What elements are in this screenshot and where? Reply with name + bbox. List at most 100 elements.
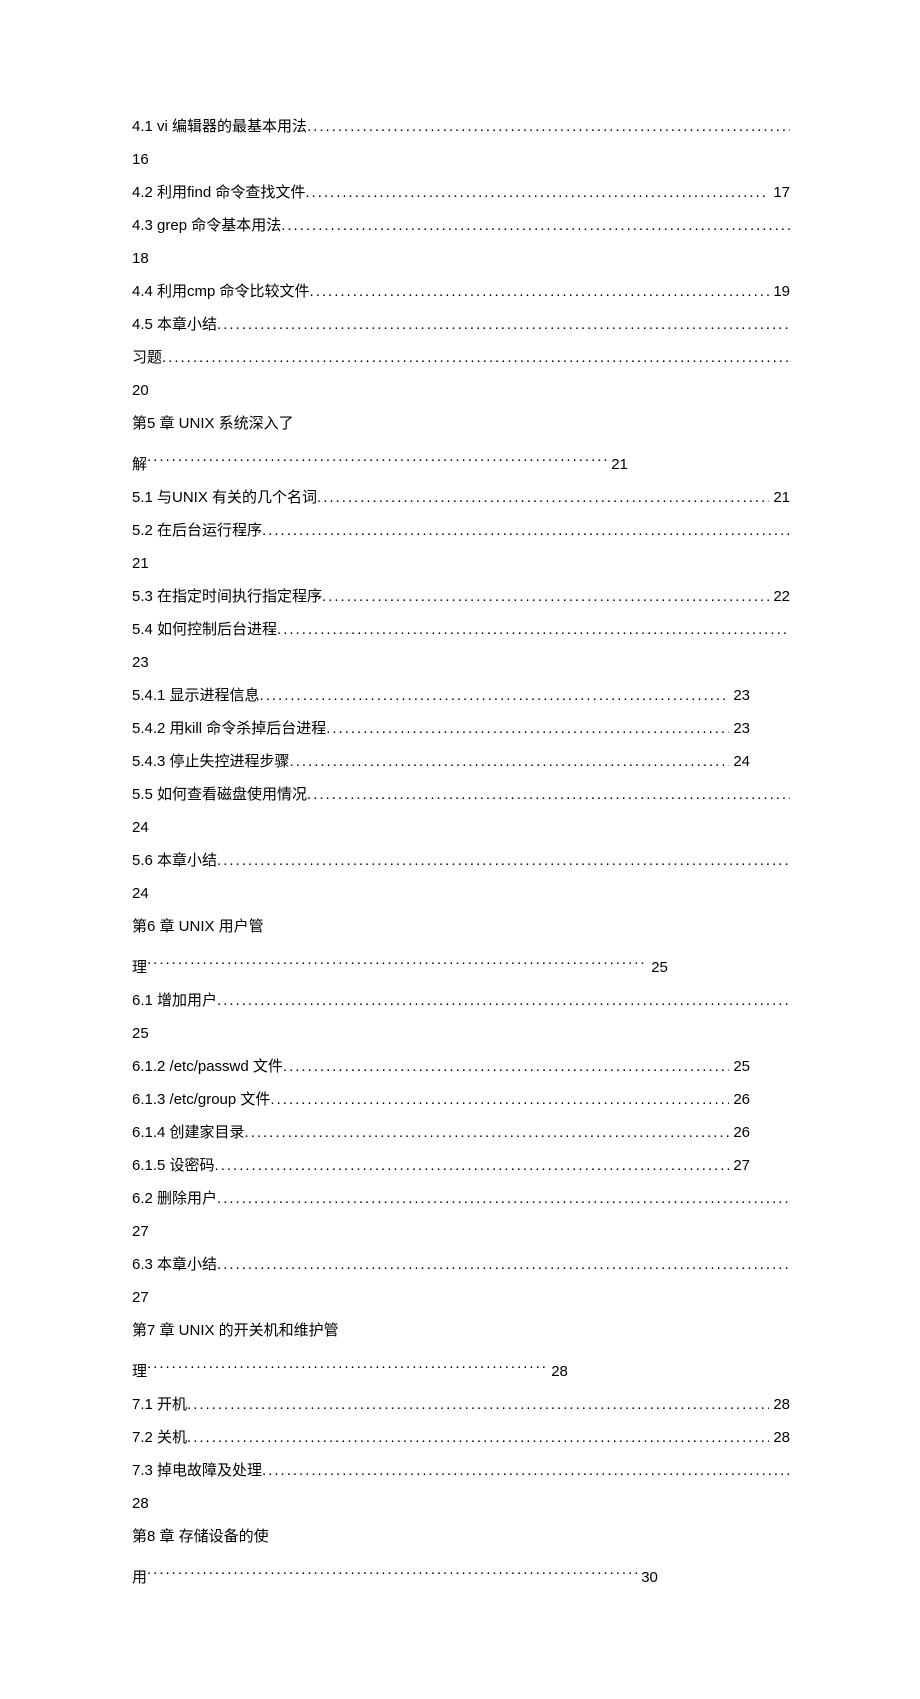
toc-entry-nowrap: 6.1 增加用户 bbox=[132, 989, 790, 1013]
toc-text: 4.2 利用find 命令查找文件 bbox=[132, 181, 305, 205]
toc-entry-nowrap: 5.4 如何控制后台进程 bbox=[132, 618, 790, 642]
toc-entry-nowrap: 4.5 本章小结 bbox=[132, 313, 790, 337]
toc-page-wrapped: 28 bbox=[132, 1492, 790, 1516]
toc-page-wrapped: 20 bbox=[132, 379, 790, 403]
toc-entry-nowrap: 习题 bbox=[132, 346, 790, 370]
toc-entry-nowrap: 7.3 掉电故障及处理 bbox=[132, 1459, 790, 1483]
toc-text: 5.4.1 显示进程信息 bbox=[132, 684, 260, 708]
toc-dots bbox=[187, 1393, 769, 1417]
toc-text: 解 bbox=[132, 456, 147, 473]
toc-dots bbox=[290, 750, 730, 774]
toc-page: 25 bbox=[651, 959, 668, 976]
toc-dots bbox=[307, 783, 790, 807]
toc-dots bbox=[281, 214, 790, 238]
toc-entry-nowrap: 5.2 在后台运行程序 bbox=[132, 519, 790, 543]
toc-text: 5.4.2 用kill 命令杀掉后台进程 bbox=[132, 717, 326, 741]
toc-dots bbox=[322, 585, 769, 609]
toc-dots bbox=[217, 313, 790, 337]
toc-dots: ........................................… bbox=[147, 948, 647, 972]
toc-dots: ........................................… bbox=[147, 1558, 637, 1582]
toc-page-wrapped: 23 bbox=[132, 651, 790, 675]
toc-entry: 6.1.4 创建家目录 26 bbox=[132, 1121, 790, 1145]
toc-entry: 7.2 关机 28 bbox=[132, 1426, 790, 1450]
toc-text: 6.1.3 /etc/group 文件 bbox=[132, 1088, 270, 1112]
toc-dots: ........................................… bbox=[147, 1352, 547, 1376]
toc-dots bbox=[307, 115, 790, 139]
toc-text: 7.2 关机 bbox=[132, 1426, 187, 1450]
toc-dots bbox=[277, 618, 790, 642]
toc-dots bbox=[217, 849, 790, 873]
toc-text: 6.1.2 /etc/passwd 文件 bbox=[132, 1055, 283, 1079]
toc-page-wrapped: 25 bbox=[132, 1022, 790, 1046]
toc-dots bbox=[217, 1253, 790, 1277]
toc-page: 27 bbox=[729, 1154, 750, 1178]
toc-page-wrapped: 27 bbox=[132, 1220, 790, 1244]
toc-text: 6.1 增加用户 bbox=[132, 989, 217, 1013]
toc-text: 6.2 删除用户 bbox=[132, 1187, 217, 1211]
toc-page: 21 bbox=[611, 456, 628, 473]
toc-page: 17 bbox=[769, 181, 790, 205]
toc-page: 25 bbox=[729, 1055, 750, 1079]
toc-page-wrapped: 21 bbox=[132, 552, 790, 576]
toc-dots bbox=[317, 486, 769, 510]
toc-text: 4.4 利用cmp 命令比较文件 bbox=[132, 280, 310, 304]
toc-entry: 5.4.3 停止失控进程步骤 24 bbox=[132, 750, 790, 774]
toc-text: 理 bbox=[132, 959, 147, 976]
toc-dots bbox=[283, 1055, 729, 1079]
toc-page: 26 bbox=[729, 1088, 750, 1112]
toc-chapter-continuation: 解.......................................… bbox=[132, 445, 790, 477]
toc-text: 6.1.4 创建家目录 bbox=[132, 1121, 245, 1145]
toc-text: 6.1.5 设密码 bbox=[132, 1154, 215, 1178]
toc-text: 用 bbox=[132, 1569, 147, 1586]
toc-page: 28 bbox=[769, 1393, 790, 1417]
toc-page-wrapped: 27 bbox=[132, 1286, 790, 1310]
toc-text: 5.6 本章小结 bbox=[132, 849, 217, 873]
toc-chapter-continuation: 用.......................................… bbox=[132, 1558, 790, 1590]
toc-dots bbox=[262, 519, 790, 543]
toc-page-wrapped: 24 bbox=[132, 882, 790, 906]
toc-page: 30 bbox=[641, 1569, 658, 1586]
toc-entry-nowrap: 6.3 本章小结 bbox=[132, 1253, 790, 1277]
toc-entry: 5.3 在指定时间执行指定程序 22 bbox=[132, 585, 790, 609]
toc-text: 4.3 grep 命令基本用法 bbox=[132, 214, 281, 238]
toc-entry: 7.1 开机 28 bbox=[132, 1393, 790, 1417]
toc-page: 19 bbox=[769, 280, 790, 304]
toc-entry-nowrap: 5.6 本章小结 bbox=[132, 849, 790, 873]
toc-dots bbox=[162, 346, 790, 370]
toc-chapter-title: 第8 章 存储设备的使 bbox=[132, 1525, 790, 1549]
toc-text: 习题 bbox=[132, 346, 162, 370]
toc-text: 5.4 如何控制后台进程 bbox=[132, 618, 277, 642]
toc-page: 23 bbox=[729, 717, 750, 741]
toc-chapter-title: 第5 章 UNIX 系统深入了 bbox=[132, 412, 790, 436]
toc-page: 28 bbox=[551, 1363, 568, 1380]
toc-entry: 4.4 利用cmp 命令比较文件 19 bbox=[132, 280, 790, 304]
toc-entry: 6.1.3 /etc/group 文件 26 bbox=[132, 1088, 790, 1112]
toc-dots bbox=[270, 1088, 729, 1112]
toc-page-wrapped: 24 bbox=[132, 816, 790, 840]
toc-page: 21 bbox=[769, 486, 790, 510]
toc-entry-nowrap: 4.3 grep 命令基本用法 bbox=[132, 214, 790, 238]
toc-page: 28 bbox=[769, 1426, 790, 1450]
toc-text: 5.5 如何查看磁盘使用情况 bbox=[132, 783, 307, 807]
toc-entry: 5.1 与UNIX 有关的几个名词 21 bbox=[132, 486, 790, 510]
toc-chapter-continuation: 理.......................................… bbox=[132, 1352, 790, 1384]
toc-entry: 4.2 利用find 命令查找文件 17 bbox=[132, 181, 790, 205]
toc-text: 5.2 在后台运行程序 bbox=[132, 519, 262, 543]
toc-page-wrapped: 16 bbox=[132, 148, 790, 172]
toc-text: 5.4.3 停止失控进程步骤 bbox=[132, 750, 290, 774]
toc-dots bbox=[326, 717, 729, 741]
toc-dots bbox=[262, 1459, 790, 1483]
toc-text: 5.3 在指定时间执行指定程序 bbox=[132, 585, 322, 609]
toc-entry: 6.1.5 设密码 27 bbox=[132, 1154, 790, 1178]
toc-entry: 6.1.2 /etc/passwd 文件 25 bbox=[132, 1055, 790, 1079]
toc-dots: ........................................… bbox=[147, 445, 607, 469]
toc-text: 4.1 vi 编辑器的最基本用法 bbox=[132, 115, 307, 139]
toc-dots bbox=[260, 684, 730, 708]
toc-page: 23 bbox=[729, 684, 750, 708]
toc-page-wrapped: 18 bbox=[132, 247, 790, 271]
toc-chapter-continuation: 理.......................................… bbox=[132, 948, 790, 980]
toc-chapter-title: 第7 章 UNIX 的开关机和维护管 bbox=[132, 1319, 790, 1343]
toc-dots bbox=[305, 181, 769, 205]
toc-text: 4.5 本章小结 bbox=[132, 313, 217, 337]
toc-container: 4.1 vi 编辑器的最基本用法 16 4.2 利用find 命令查找文件 17… bbox=[132, 115, 790, 1590]
